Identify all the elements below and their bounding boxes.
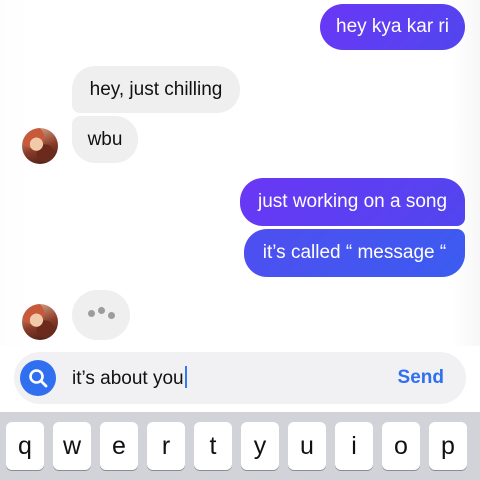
message-input-text: it’s about you <box>72 368 184 389</box>
key-t[interactable]: t <box>194 422 232 470</box>
key-p[interactable]: p <box>429 422 467 470</box>
message-text: hey kya kar ri <box>336 16 449 37</box>
search-button[interactable] <box>20 360 56 396</box>
message-incoming[interactable]: hey, just chilling <box>72 66 240 113</box>
contact-avatar-icon[interactable] <box>22 128 58 164</box>
message-input[interactable]: it’s about you <box>72 366 187 391</box>
message-outgoing[interactable]: it’s called “ message “ <box>244 229 465 277</box>
typing-indicator <box>72 290 130 340</box>
message-text: it’s called “ message “ <box>262 242 447 263</box>
message-text: hey, just chilling <box>89 78 223 100</box>
key-i[interactable]: i <box>335 422 373 470</box>
keyboard: q w e r t y u i o p <box>0 412 480 480</box>
message-incoming[interactable]: wbu <box>72 116 138 163</box>
contact-avatar-icon[interactable] <box>22 304 58 340</box>
message-text: just working on a song <box>257 191 448 212</box>
message-outgoing[interactable]: just working on a song <box>240 178 465 226</box>
typing-dot <box>108 312 115 319</box>
message-outgoing[interactable]: hey kya kar ri <box>320 4 465 50</box>
message-text: wbu <box>87 128 123 150</box>
search-icon <box>29 369 48 388</box>
text-caret <box>184 366 187 388</box>
typing-dot <box>98 307 105 314</box>
key-w[interactable]: w <box>53 422 91 470</box>
key-e[interactable]: e <box>100 422 138 470</box>
send-button[interactable]: Send <box>398 366 444 390</box>
typing-dot <box>88 310 95 317</box>
key-o[interactable]: o <box>382 422 420 470</box>
key-q[interactable]: q <box>6 422 44 470</box>
key-u[interactable]: u <box>288 422 326 470</box>
message-composer[interactable]: it’s about you Send <box>14 352 466 404</box>
key-r[interactable]: r <box>147 422 185 470</box>
conversation-background <box>0 0 480 346</box>
key-y[interactable]: y <box>241 422 279 470</box>
